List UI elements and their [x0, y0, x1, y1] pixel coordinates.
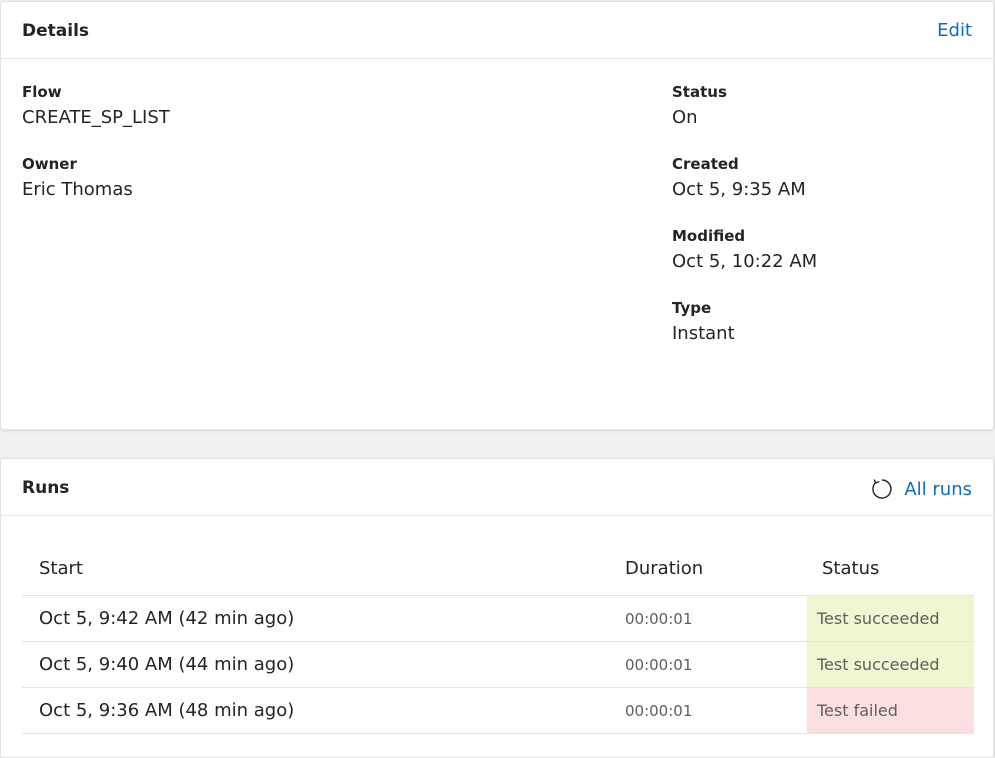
field-type: Type Instant [672, 299, 735, 345]
runs-table: Start Duration Status Oct 5, 9:42 AM (42… [22, 541, 974, 734]
run-status: Test succeeded [807, 596, 974, 641]
run-duration: 00:00:01 [625, 701, 693, 720]
field-value: On [672, 107, 698, 128]
field-value: Oct 5, 9:35 AM [672, 179, 806, 200]
field-created: Created Oct 5, 9:35 AM [672, 155, 806, 201]
run-start[interactable]: Oct 5, 9:36 AM (48 min ago) [22, 688, 608, 733]
run-duration: 00:00:01 [625, 609, 693, 628]
table-row[interactable]: Oct 5, 9:40 AM (44 min ago) 00:00:01 Tes… [22, 642, 974, 688]
details-header: Details Edit [1, 2, 993, 59]
column-header-duration[interactable]: Duration [608, 558, 807, 579]
details-card: Details Edit Flow CREATE_SP_LIST Owner E… [0, 1, 994, 430]
field-value: Oct 5, 10:22 AM [672, 251, 818, 272]
field-label: Flow [22, 83, 62, 101]
edit-link[interactable]: Edit [937, 20, 972, 41]
field-value: CREATE_SP_LIST [22, 107, 170, 128]
run-start[interactable]: Oct 5, 9:42 AM (42 min ago) [22, 596, 608, 641]
table-row[interactable]: Oct 5, 9:42 AM (42 min ago) 00:00:01 Tes… [22, 596, 974, 642]
column-header-start[interactable]: Start [22, 558, 608, 579]
refresh-icon [870, 477, 894, 501]
run-status: Test failed [807, 688, 974, 733]
field-flow: Flow CREATE_SP_LIST [22, 83, 170, 129]
field-label: Type [672, 299, 712, 317]
runs-header: Runs All runs [1, 459, 993, 516]
field-owner: Owner Eric Thomas [22, 155, 133, 201]
all-runs-label: All runs [904, 478, 972, 500]
field-value: Instant [672, 323, 735, 344]
run-duration: 00:00:01 [625, 655, 693, 674]
runs-card: Runs All runs Start Duration Status Oct … [0, 458, 994, 758]
field-value: Eric Thomas [22, 179, 133, 200]
field-label: Owner [22, 155, 77, 173]
field-modified: Modified Oct 5, 10:22 AM [672, 227, 817, 273]
details-title: Details [22, 21, 90, 41]
all-runs-link[interactable]: All runs [870, 477, 972, 501]
runs-title: Runs [22, 478, 70, 498]
column-header-status[interactable]: Status [807, 558, 974, 579]
field-label: Created [672, 155, 739, 173]
run-status: Test succeeded [807, 642, 974, 687]
table-row[interactable]: Oct 5, 9:36 AM (48 min ago) 00:00:01 Tes… [22, 688, 974, 734]
field-label: Status [672, 83, 727, 101]
field-status: Status On [672, 83, 727, 129]
field-label: Modified [672, 227, 746, 245]
runs-table-header: Start Duration Status [22, 541, 974, 596]
run-start[interactable]: Oct 5, 9:40 AM (44 min ago) [22, 642, 608, 687]
